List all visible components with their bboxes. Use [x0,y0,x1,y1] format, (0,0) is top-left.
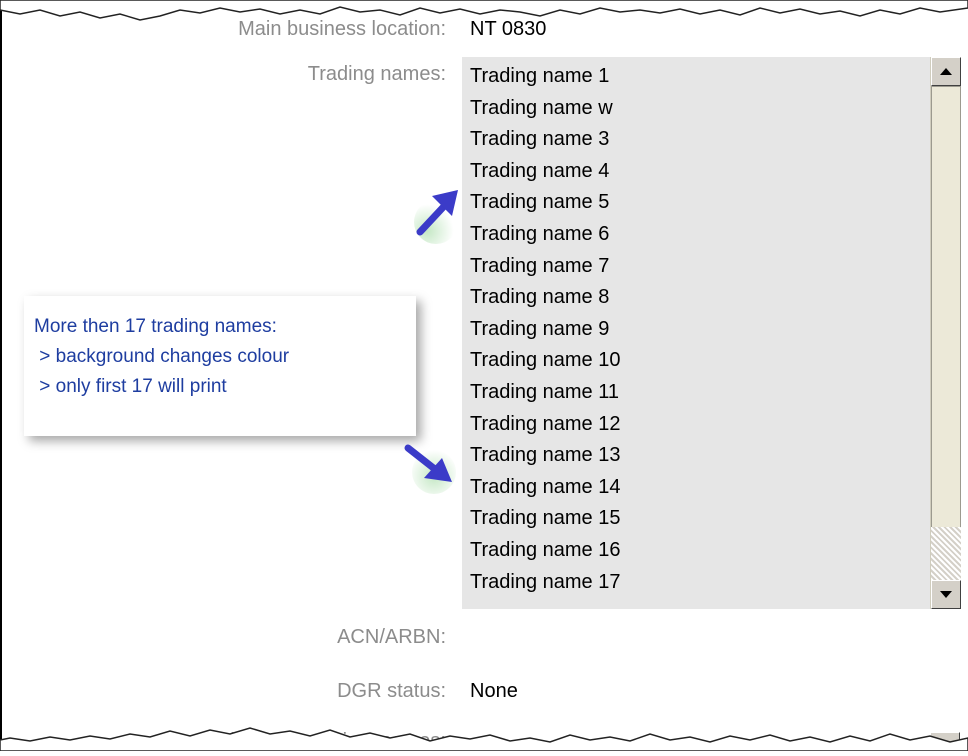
list-item[interactable]: Trading name w [470,93,620,125]
list-item[interactable]: Trading name 17 [470,567,620,599]
callout-line-1: More then 17 trading names: [34,316,277,337]
list-item[interactable]: Trading name 12 [470,409,620,441]
left-border [0,0,2,751]
list-item[interactable]: Trading name 14 [470,472,620,504]
screenshot-frame: Main business location: NT 0830 Trading … [0,0,968,752]
trading-names-list[interactable]: Trading name 1 Trading name w Trading name… [462,57,930,609]
dgr-label: DGR status: [337,680,446,702]
list-item[interactable]: Trading name 6 [470,219,620,251]
annotation-arrow-icon [404,444,456,494]
annotation-arrow-icon [414,190,458,244]
list-item[interactable]: Trading name 9 [470,314,620,346]
acn-label: ACN/ARBN: [337,626,446,648]
scroll-down-arrow-icon [940,591,952,598]
scroll-up-arrow-icon [940,68,952,75]
list-item[interactable]: Trading name 15 [470,503,620,535]
main-location-label: Main business location: [238,18,446,40]
list-item[interactable]: Trading name 5 [470,187,620,219]
list-item[interactable]: Trading name 8 [470,282,620,314]
trading-names-scrollbar[interactable] [930,57,961,609]
dgr-value: None [470,680,518,702]
list-item[interactable]: Trading name 4 [470,156,620,188]
scroll-thumb[interactable] [931,86,961,580]
callout-line-3: > only first 17 will print [34,376,227,397]
list-item[interactable]: Trading name 10 [470,345,620,377]
scroll-down-button[interactable] [931,580,961,609]
main-location-value: NT 0830 [470,18,547,40]
list-item[interactable]: Trading name 16 [470,535,620,567]
list-item[interactable]: Trading name 1 [470,61,620,93]
list-item[interactable]: Trading name 13 [470,440,620,472]
callout-line-2: > background changes colour [34,346,290,367]
scroll-up-button[interactable] [931,57,961,86]
trading-names-items: Trading name 1 Trading name w Trading name… [470,61,620,598]
trading-names-label: Trading names: [307,63,446,85]
list-item[interactable]: Trading name 7 [470,251,620,283]
list-item[interactable]: Trading name 3 [470,124,620,156]
list-item[interactable]: Trading name 11 [470,377,620,409]
annotation-callout: More then 17 trading names: > background… [24,296,416,436]
torn-edge-bottom [0,727,968,751]
scroll-track[interactable] [931,527,961,580]
